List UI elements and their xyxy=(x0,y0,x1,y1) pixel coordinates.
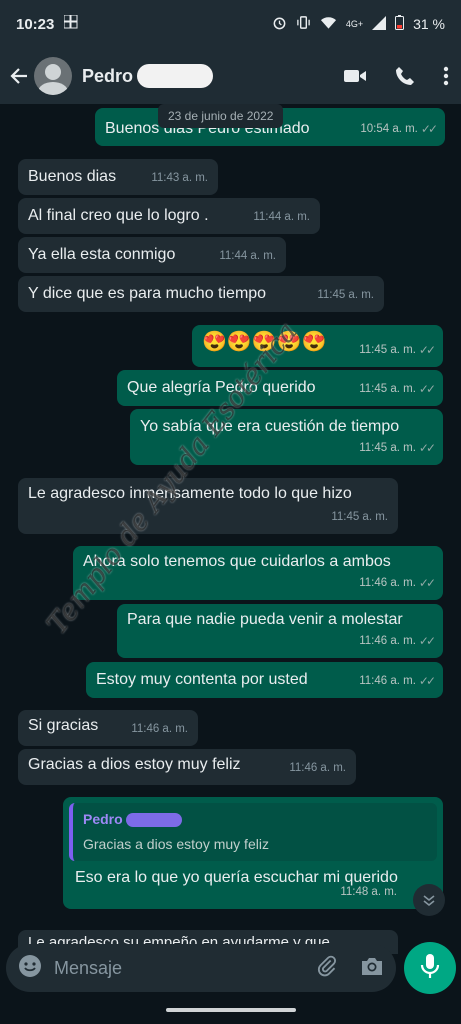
read-ticks-icon: ✓✓ xyxy=(418,343,436,357)
message-time: 11:45 a. m. xyxy=(331,511,388,523)
message-meta: 11:46 a. m. xyxy=(131,719,188,740)
message-text: Buenos dias xyxy=(28,168,117,185)
message-meta: 11:46 a. m. ✓✓ xyxy=(359,631,436,652)
more-options-icon[interactable] xyxy=(443,66,449,86)
message-meta: 11:45 a. m. ✓✓ xyxy=(359,340,436,361)
message-text: Que alegría Pedro querido xyxy=(127,379,316,396)
message-text: Y dice que es para mucho tiempo xyxy=(28,285,267,302)
message-time: 11:45 a. m. xyxy=(359,344,416,356)
camera-icon[interactable] xyxy=(360,955,384,982)
message-text: Ahora solo tenemos que cuidarlos a ambos xyxy=(83,553,391,570)
message-meta: 11:44 a. m. xyxy=(219,246,276,267)
message-text: Para que nadie pueda venir a molestar xyxy=(127,611,403,628)
mic-button[interactable] xyxy=(404,942,456,994)
read-ticks-icon: ✓✓ xyxy=(418,634,436,648)
battery-icon xyxy=(395,15,405,33)
message-time: 11:46 a. m. xyxy=(359,577,416,589)
read-ticks-icon: ✓✓ xyxy=(418,674,436,688)
message-text: Estoy muy contenta por usted xyxy=(96,671,308,688)
video-call-icon[interactable] xyxy=(343,67,367,85)
read-ticks-icon: ✓✓ xyxy=(418,441,436,455)
message-meta: 11:44 a. m. xyxy=(253,207,310,228)
message-meta: 11:43 a. m. xyxy=(151,168,208,189)
message-text: Le agradesco inmensamente todo lo que hi… xyxy=(28,485,352,502)
status-time: 10:23 xyxy=(16,15,55,33)
message-time: 11:46 a. m. xyxy=(289,762,346,774)
message-meta: 11:46 a. m. xyxy=(289,758,346,779)
reply-message-bubble[interactable]: Pedro Gracias a dios estoy muy feliz Eso… xyxy=(63,797,443,909)
message-bubble[interactable]: Gracias a dios estoy muy feliz 11:46 a. … xyxy=(18,749,356,785)
message-input[interactable] xyxy=(54,957,274,979)
chat-header: Pedro xyxy=(0,48,461,104)
message-bubble[interactable]: Al final creo que lo logro . 11:44 a. m. xyxy=(18,198,320,234)
message-bubble[interactable]: Si gracias 11:46 a. m. xyxy=(18,710,198,746)
read-ticks-icon: ✓✓ xyxy=(420,122,438,136)
message-time: 11:46 a. m. xyxy=(359,635,416,647)
redacted-name-blur xyxy=(125,812,182,827)
message-time: 11:46 a. m. xyxy=(359,675,416,687)
quoted-text: Gracias a dios estoy muy feliz xyxy=(83,836,269,852)
quoted-message[interactable]: Pedro Gracias a dios estoy muy feliz xyxy=(69,803,437,861)
voice-call-icon[interactable] xyxy=(395,66,415,86)
message-bubble[interactable]: 😍😍😍😍😍 11:45 a. m. ✓✓ xyxy=(192,325,443,367)
message-bubble[interactable]: Buenos dias 11:43 a. m. xyxy=(18,159,218,195)
windows-icon xyxy=(63,14,78,33)
message-text: 😍😍😍😍😍 xyxy=(202,331,327,353)
redacted-name-blur xyxy=(137,64,214,88)
avatar[interactable] xyxy=(34,57,72,95)
message-time: 11:45 a. m. xyxy=(317,289,374,301)
quoted-author: Pedro xyxy=(83,811,123,827)
battery-level: 31 % xyxy=(413,16,445,32)
message-bubble[interactable]: Y dice que es para mucho tiempo 11:45 a.… xyxy=(18,276,384,312)
message-bubble[interactable]: Ya ella esta conmigo 11:44 a. m. xyxy=(18,237,286,273)
message-time: 11:46 a. m. xyxy=(131,723,188,735)
message-time: 11:44 a. m. xyxy=(219,250,276,262)
message-bubble[interactable]: Ahora solo tenemos que cuidarlos a ambos… xyxy=(73,546,443,600)
message-bubble[interactable]: Le agradesco inmensamente todo lo que hi… xyxy=(18,478,398,534)
message-meta: 11:45 a. m. ✓✓ xyxy=(359,379,436,400)
mic-icon xyxy=(420,953,440,984)
message-text: Al final creo que lo logro . xyxy=(28,207,209,224)
emoji-icon[interactable] xyxy=(18,954,42,983)
message-time: 11:45 a. m. xyxy=(359,442,416,454)
message-bubble[interactable]: Para que nadie pueda venir a molestar 11… xyxy=(117,604,443,658)
back-arrow-icon[interactable] xyxy=(8,65,30,87)
scroll-down-icon[interactable] xyxy=(413,884,445,916)
message-meta: 11:46 a. m. ✓✓ xyxy=(359,671,436,692)
message-meta: 11:48 a. m. xyxy=(340,882,397,903)
message-input-bar xyxy=(6,944,396,992)
message-bubble[interactable]: Estoy muy contenta por usted 11:46 a. m.… xyxy=(86,662,443,698)
status-bar: 10:23 4G+ 31 % xyxy=(0,0,461,48)
message-text: Ya ella esta conmigo xyxy=(28,246,176,263)
message-meta: 11:45 a. m. ✓✓ xyxy=(359,438,436,459)
message-meta: 11:45 a. m. xyxy=(331,507,388,528)
vibrate-icon xyxy=(296,15,311,33)
message-time: 11:45 a. m. xyxy=(359,383,416,395)
read-ticks-icon: ✓✓ xyxy=(418,382,436,396)
message-time: 10:54 a. m. xyxy=(360,123,418,135)
attach-icon[interactable] xyxy=(316,955,338,982)
message-meta: 10:54 a. m. ✓✓ xyxy=(360,119,438,140)
date-chip: 23 de junio de 2022 xyxy=(158,104,284,128)
gesture-nav-handle[interactable] xyxy=(166,1008,296,1012)
message-text: Yo sabía que era cuestión de tiempo xyxy=(140,418,400,435)
message-bubble[interactable]: Que alegría Pedro querido 11:45 a. m. ✓✓ xyxy=(117,370,443,406)
message-bubble[interactable]: Yo sabía que era cuestión de tiempo 11:4… xyxy=(130,409,443,465)
message-text: Gracias a dios estoy muy feliz xyxy=(28,756,241,773)
message-meta: 11:46 a. m. ✓✓ xyxy=(359,573,436,594)
contact-name[interactable]: Pedro xyxy=(82,66,133,87)
message-time: 11:43 a. m. xyxy=(151,172,208,184)
signal-icon xyxy=(372,15,387,33)
network-type: 4G+ xyxy=(345,19,364,29)
read-ticks-icon: ✓✓ xyxy=(418,576,436,590)
message-text: Si gracias xyxy=(28,717,99,734)
message-time: 11:44 a. m. xyxy=(253,211,310,223)
message-meta: 11:45 a. m. xyxy=(317,285,374,306)
wifi-icon xyxy=(320,16,337,33)
message-time: 11:48 a. m. xyxy=(340,886,397,898)
alarm-icon xyxy=(272,15,287,33)
